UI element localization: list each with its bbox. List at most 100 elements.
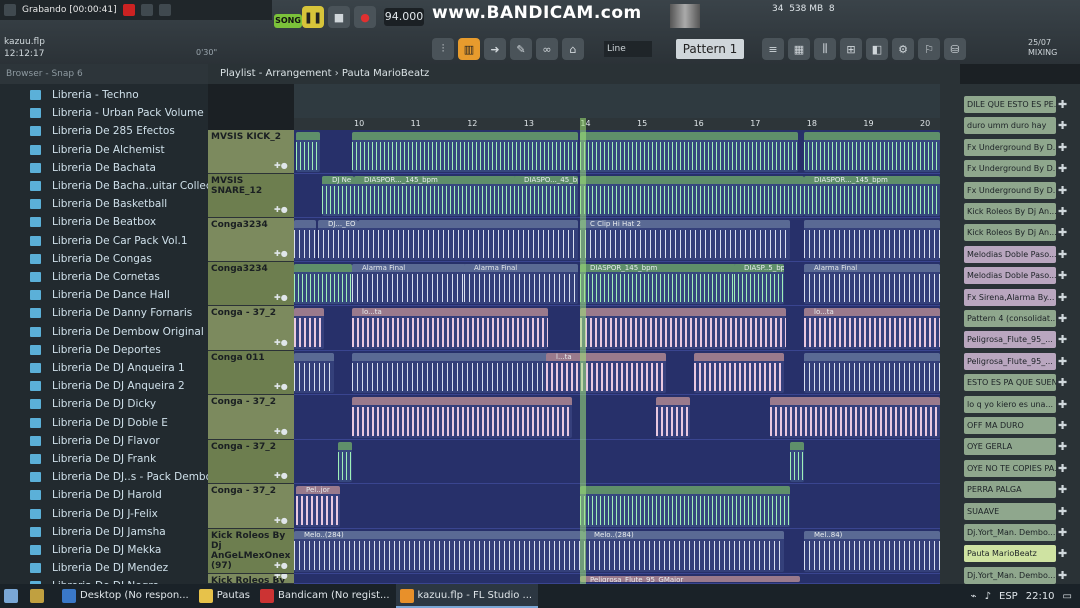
taskbar-item-active[interactable]: kazuu.flp - FL Studio ... [395,584,539,608]
browser-folder[interactable]: Libreria De DJ Doble E [0,414,208,432]
song-mode-toggle[interactable]: SONG [274,14,302,28]
audio-clip[interactable]: Melo..(284) [584,531,784,572]
track-header[interactable]: Conga - 37_2 ✚● [208,395,294,440]
browser-folder[interactable]: Libreria De Cornetas [0,268,208,286]
track-header[interactable]: Kick Roleos By Dj✚● [208,574,294,584]
stamp-icon[interactable]: ⌂ [562,38,584,60]
browser-folder[interactable]: Libreria De DJ Anqueira 1 [0,359,208,377]
channel-rack-icon[interactable]: ▦ [788,38,810,60]
picker-add-icon[interactable]: ✚ [1058,417,1070,434]
vertical-scrollbar[interactable] [940,84,960,584]
picker-item[interactable]: Melodias Doble Paso... [964,245,1056,263]
audio-clip[interactable]: DJ..._EO [318,220,358,260]
browser-folder[interactable]: Libreria De Alchemist [0,141,208,159]
track-header[interactable]: MVSIS SNARE_12 ✚● [208,174,294,218]
browser-folder[interactable]: Libreria De 285 Efectos [0,122,208,140]
browser-folder[interactable]: Libreria De DJ J-Felix [0,505,208,523]
audio-clip[interactable]: lo...ta [352,308,548,349]
picker-item[interactable]: Fx Sirena,Alarma By... [964,288,1056,306]
audio-clip[interactable]: DJ Ne [322,176,354,216]
track-mute-icon[interactable]: ✚● [274,427,290,436]
track-mute-icon[interactable]: ✚● [274,561,290,570]
track-header[interactable]: Conga3234 ✚● [208,218,294,262]
browser-folder[interactable]: Libreria De Beatbox [0,213,208,231]
picker-item[interactable]: Melodias Doble Paso... [964,267,1056,285]
picker-item[interactable]: DILE QUE ESTO ES PE... [964,96,1056,113]
picker-item[interactable]: Fx Underground By D... [964,160,1056,178]
audio-clip[interactable] [580,486,790,527]
audio-clip[interactable]: C Clip Hi Hat 2 [580,220,790,260]
browser-folder[interactable]: Libreria De DJ Frank [0,450,208,468]
browser-folder[interactable]: Libreria De DJ Flavor [0,432,208,450]
audio-clip[interactable]: Alarma Final [804,264,940,304]
picker-add-icon[interactable]: ✚ [1058,117,1070,134]
picker-add-icon[interactable]: ✚ [1058,246,1070,263]
track-header[interactable]: Conga - 37_2 ✚● [208,484,294,529]
audio-clip[interactable] [790,442,804,482]
picker-item[interactable]: OFF MA DURO [964,417,1056,434]
tree-icon[interactable]: ⊞ [840,38,862,60]
track-mute-icon[interactable]: ✚● [274,471,290,480]
track-header[interactable]: Conga - 37_2 ✚● [208,306,294,351]
audio-clip[interactable] [352,353,548,393]
audio-clip[interactable] [804,220,940,260]
picker-item[interactable]: PERRA PALGA [964,481,1056,499]
audio-clip[interactable] [294,353,334,393]
picker-add-icon[interactable]: ✚ [1058,481,1070,498]
picker-add-icon[interactable]: ✚ [1058,374,1070,391]
browser-folder[interactable]: Libreria De DJ Mendez [0,559,208,577]
plugin-icon[interactable]: ⚙ [892,38,914,60]
picker-add-icon[interactable]: ✚ [1058,524,1070,541]
picker-add-icon[interactable]: ✚ [1058,331,1070,348]
track-header[interactable]: MVSIS KICK_2 ✚● [208,130,294,174]
picker-item[interactable]: Peligrosa_Flute_95_... [964,331,1056,349]
record-button[interactable]: ● [354,6,376,28]
picker-item[interactable]: Kick Roleos By Dj An... [964,224,1056,242]
pattern-selector[interactable]: Pattern 1 [676,39,744,59]
timeline-ruler[interactable]: 1011121314151617181920 [294,118,940,130]
track-lane[interactable] [294,440,940,484]
camera-icon[interactable] [140,4,153,16]
audio-clip[interactable]: Peligrosa_Flute_95_GMajor [580,576,800,582]
stop-button[interactable]: ■ [328,6,350,28]
taskbar-item[interactable]: Desktop (No respon... [58,584,195,608]
audio-clip[interactable] [580,176,804,216]
browser-folder[interactable]: Libreria De Deportes [0,341,208,359]
picker-add-icon[interactable]: ✚ [1058,438,1070,455]
audio-clip[interactable]: l...ta [546,353,666,393]
arrangement-grid[interactable]: DJ Ne DIASPOR..._145_bpm DIASPO..._45_bpm D… [294,130,940,584]
audio-clip[interactable]: DIASPO..._45_bpm [514,176,578,216]
pencil-icon[interactable] [158,4,171,16]
picker-item[interactable]: Pauta MarioBeatz [964,545,1056,563]
record-stop-icon[interactable] [122,4,135,16]
picker-add-icon[interactable]: ✚ [1058,353,1070,370]
link-icon[interactable]: ∞ [536,38,558,60]
picker-add-icon[interactable]: ✚ [1058,567,1070,584]
picker-item[interactable]: Fx Underground By D... [964,181,1056,199]
browser-folder[interactable]: Libreria - Techno [0,86,208,104]
audio-clip[interactable]: Mel..84) [804,531,940,572]
playlist-icon[interactable]: ≡ [762,38,784,60]
taskbar-item[interactable]: Bandicam (No regist... [256,584,396,608]
picker-item[interactable]: Peligrosa_Flute_95_... [964,352,1056,370]
browser-folder[interactable]: Libreria De Car Pack Vol.1 [0,232,208,250]
tempo-display[interactable]: 94.000 [384,8,424,26]
picker-item[interactable]: Dj.Yort_Man. Dembo... [964,524,1056,541]
taskbar-search-icon[interactable] [26,584,58,608]
browser-folder[interactable]: Libreria De Congas [0,250,208,268]
picker-add-icon[interactable]: ✚ [1058,396,1070,413]
track-mute-icon[interactable]: ✚● [274,205,290,214]
picker-add-icon[interactable]: ✚ [1058,289,1070,306]
picker-item[interactable]: SUAAVE [964,502,1056,520]
track-mute-icon[interactable]: ✚● [274,382,290,391]
audio-clip[interactable] [338,442,352,482]
browser-folder[interactable]: Libreria De DJ Jamsha [0,523,208,541]
browser-folder[interactable]: Libreria - Urban Pack Volume 1 [0,104,208,122]
audio-clip[interactable] [804,132,940,172]
track-mute-icon[interactable]: ✚● [274,338,290,347]
taskbar-item[interactable]: Pautas [195,584,256,608]
browser-icon[interactable]: ◧ [866,38,888,60]
track-header[interactable]: Conga - 37_2 ✚● [208,440,294,484]
browser-folder[interactable]: Libreria De DJ..s - Pack Dembows [0,468,208,486]
track-mute-icon[interactable]: ✚● [274,293,290,302]
